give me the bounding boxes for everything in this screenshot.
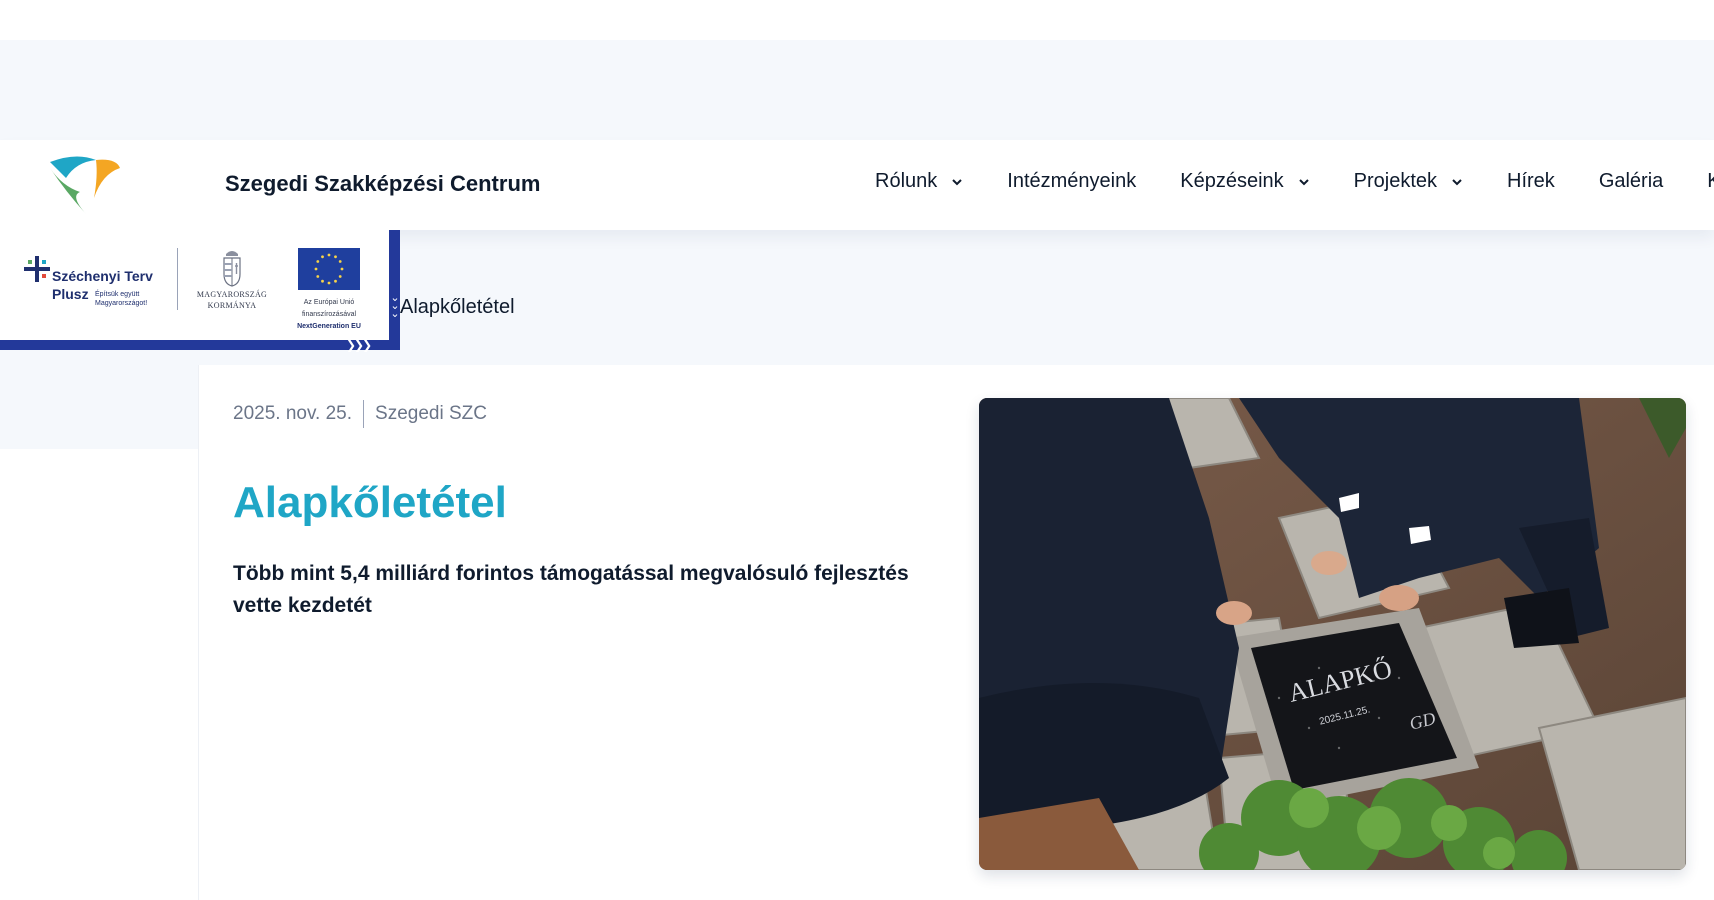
badge-arrows-icon: ❯❯❯ (346, 338, 372, 352)
szechenyi-title: Széchenyi Terv (52, 268, 153, 284)
eu-line2: finanszírozásával (301, 311, 357, 318)
article-image: ALAPKŐ 2025.11.25. GD (979, 398, 1686, 870)
breadcrumb-current: Alapkőletétel (400, 296, 515, 318)
gov-line2: KORMÁNYA (207, 301, 257, 310)
szechenyi-cross-icon (24, 256, 50, 282)
site-title[interactable]: Szegedi Szakképzési Centrum (225, 171, 540, 197)
nav-item-rolunk[interactable]: Rólunk (875, 170, 963, 193)
badge-divider (177, 248, 178, 310)
chevron-down-icon (1452, 178, 1462, 185)
nav-item-hirek[interactable]: Hírek (1507, 170, 1555, 193)
nav-item-kozerdeku[interactable]: Kö (1707, 170, 1714, 193)
nav-item-projektek[interactable]: Projektek (1354, 170, 1463, 193)
badge-border-right (389, 230, 400, 350)
szechenyi-subtitle: Plusz (52, 286, 89, 302)
chevron-down-icon (1298, 178, 1309, 185)
article-meta: 2025. nov. 25. Szegedi SZC (233, 400, 487, 428)
government-logo: MAGYARORSZÁG KORMÁNYA (196, 248, 268, 310)
szechenyi-tagline: Építsük együtt Magyarországot! (95, 291, 148, 307)
nav-item-galeria[interactable]: Galéria (1599, 170, 1663, 193)
article-author[interactable]: Szegedi SZC (375, 403, 487, 425)
eu-line1: Az Európai Unió (303, 299, 355, 306)
article-title: Alapkőletétel (233, 478, 507, 527)
article-lede: Több mint 5,4 milliárd forintos támogatá… (233, 562, 909, 617)
nav-item-intezmenyeink[interactable]: Intézményeink (1007, 170, 1136, 193)
cornerstone-photo: ALAPKŐ 2025.11.25. GD (979, 398, 1686, 870)
badge-border-bottom (0, 340, 400, 350)
nav-item-label: Képzéseink (1180, 170, 1284, 192)
main-nav: Rólunk Intézményeink Képzéseink Projekte… (875, 170, 1714, 193)
eu-line3: NextGeneration EU (297, 323, 361, 330)
hungarian-crest-icon (223, 251, 241, 287)
nav-item-label: Projektek (1353, 170, 1438, 192)
content-divider (198, 365, 199, 900)
chevron-down-icon (952, 178, 962, 185)
gov-line1: MAGYARORSZÁG (196, 290, 268, 299)
eu-flag-icon (298, 248, 360, 290)
badge-arrows-down-icon: ⌄ ⌄ ⌄ (390, 292, 400, 320)
article-date: 2025. nov. 25. (233, 403, 353, 424)
meta-separator (363, 400, 365, 428)
sidebar-band (0, 365, 198, 449)
nav-item-label: Rólunk (875, 170, 938, 192)
eu-logo: Az Európai Unió finanszírozásával NextGe… (290, 248, 368, 331)
szsc-logo-icon[interactable] (46, 152, 122, 216)
funding-badge[interactable]: Széchenyi Terv Plusz Építsük együtt Magy… (0, 230, 400, 352)
nav-item-label: Hírek (1507, 170, 1555, 192)
top-banner-band (0, 40, 1714, 140)
nav-item-kepzeseink[interactable]: Képzéseink (1180, 170, 1309, 193)
nav-item-label: Intézményeink (1007, 170, 1137, 192)
nav-item-label: Kö (1707, 170, 1714, 192)
nav-item-label: Galéria (1598, 170, 1664, 192)
site-header: Szegedi Szakképzési Centrum Rólunk Intéz… (0, 140, 1714, 230)
